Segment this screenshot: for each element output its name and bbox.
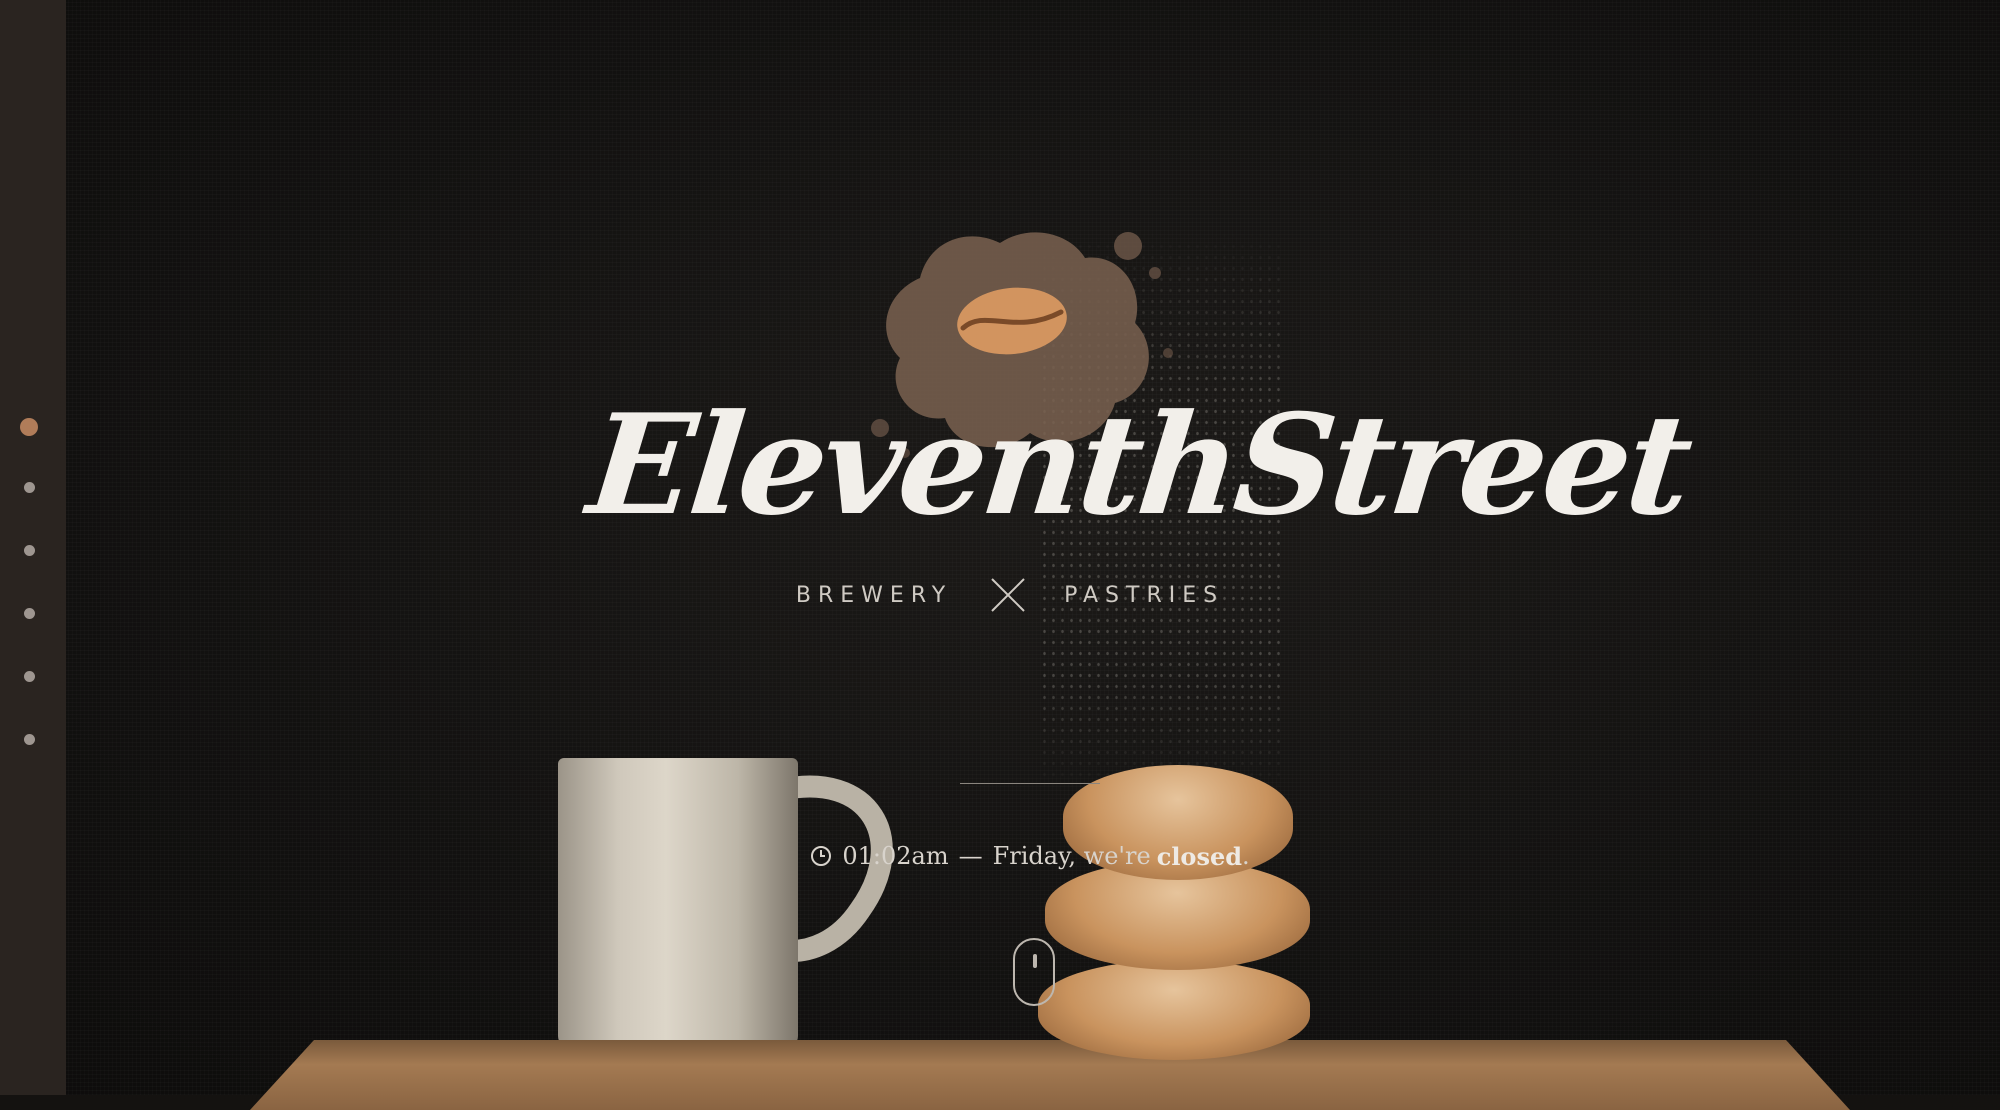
- scroll-down-button[interactable]: [1013, 938, 1055, 1006]
- cross-icon: [991, 578, 1025, 612]
- tagline: BREWERY PASTRIES: [760, 575, 1260, 615]
- status-state: closed: [1156, 841, 1243, 871]
- tagline-brewery: BREWERY: [795, 582, 953, 608]
- status-suffix: .: [1242, 842, 1250, 870]
- brand-logo[interactable]: EleventhStreet: [581, 375, 1695, 555]
- clock-icon: [811, 846, 832, 866]
- opening-status: 01:02am — Friday, we're closed.: [700, 838, 1360, 874]
- hero-background: EleventhStreet BREWERY PASTRIES 01:02am …: [0, 0, 2000, 1110]
- status-separator: —: [958, 842, 983, 870]
- section-nav: [20, 418, 38, 797]
- status-time: 01:02am: [842, 842, 949, 870]
- nav-dot-1[interactable]: [20, 418, 38, 436]
- divider-line: [960, 783, 1100, 784]
- coffee-mug: [558, 758, 798, 1048]
- nav-dot-6[interactable]: [23, 734, 35, 745]
- nav-dot-3[interactable]: [23, 545, 35, 556]
- wooden-table: [250, 1040, 1850, 1110]
- nav-dot-2[interactable]: [23, 482, 35, 493]
- status-day: Friday, we're: [992, 842, 1151, 870]
- mouse-scroll-icon: [1033, 954, 1037, 968]
- nav-dot-4[interactable]: [23, 608, 35, 619]
- nav-dot-5[interactable]: [23, 671, 35, 682]
- donut-bottom: [1038, 960, 1310, 1060]
- coffee-bean-icon: [957, 287, 1067, 355]
- sidebar: [0, 0, 66, 1095]
- tagline-pastries: PASTRIES: [1064, 582, 1225, 608]
